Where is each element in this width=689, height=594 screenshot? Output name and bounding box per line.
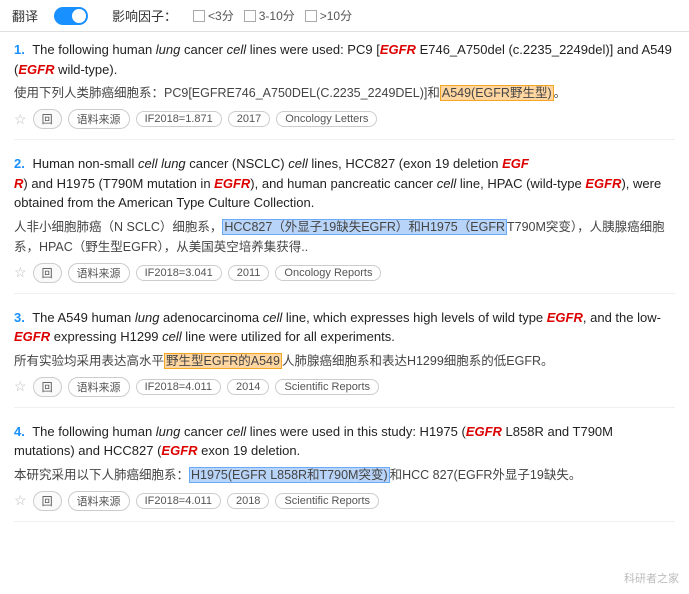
result-1-star[interactable]: ☆	[14, 111, 27, 128]
result-4-tags: ☆ 回 语料来源 IF2018=4.011 2018 Scientific Re…	[14, 491, 675, 511]
toggle-knob	[72, 9, 86, 23]
result-1-cell-1: cell	[227, 42, 247, 57]
watermark: 科研者之家	[624, 570, 679, 586]
translate-toggle[interactable]	[54, 7, 88, 25]
filter-lt3[interactable]: <3分	[193, 7, 234, 24]
result-3-journal-tag[interactable]: Scientific Reports	[275, 379, 379, 395]
result-2-journal-tag[interactable]: Oncology Reports	[275, 265, 381, 281]
result-1-circle[interactable]: 回	[33, 109, 62, 129]
result-2-cn: 人非小细胞肺癌（N SCLC）细胞系，HCC827（外显子19缺失EGFR）和H…	[14, 217, 675, 257]
filter-3to10[interactable]: 3-10分	[244, 7, 295, 24]
result-3-cn: 所有实验均采用表达高水平野生型EGFR的A549人肺腺癌细胞系和表达H1299细…	[14, 351, 675, 371]
result-1-if-tag: IF2018=1.871	[136, 111, 222, 127]
result-2-year-tag: 2011	[228, 265, 270, 281]
filter-lt3-label: <3分	[208, 7, 234, 24]
result-4-star[interactable]: ☆	[14, 492, 27, 509]
result-2-if-tag: IF2018=3.041	[136, 265, 222, 281]
influence-label: 影响因子：	[112, 6, 177, 25]
result-4-circle[interactable]: 回	[33, 491, 62, 511]
result-2-en: 2. Human non-small cell lung cancer (NSC…	[14, 154, 675, 213]
result-3-lung: lung	[135, 310, 160, 325]
result-1-tags: ☆ 回 语料来源 IF2018=1.871 2017 Oncology Lett…	[14, 109, 675, 129]
result-2-cell-1: cell	[288, 156, 308, 171]
result-2-circle[interactable]: 回	[33, 263, 62, 283]
result-4-if-tag: IF2018=4.011	[136, 493, 221, 509]
result-3-star[interactable]: ☆	[14, 378, 27, 395]
result-3-year-tag: 2014	[227, 379, 269, 395]
filter-3to10-label: 3-10分	[259, 7, 295, 24]
result-item-4: 4. The following human lung cancer cell …	[14, 422, 675, 522]
result-1-gene-egfr1: EGFR	[380, 42, 416, 57]
result-3-if-tag: IF2018=4.011	[136, 379, 221, 395]
result-1-source-tag[interactable]: 语料来源	[68, 109, 130, 129]
result-3-tags: ☆ 回 语料来源 IF2018=4.011 2014 Scientific Re…	[14, 377, 675, 397]
result-3-cn-highlight: 野生型EGFR的A549	[164, 353, 282, 369]
result-3-cell-1: cell	[263, 310, 283, 325]
result-2-number: 2.	[14, 156, 25, 171]
filter-3to10-checkbox[interactable]	[244, 10, 256, 22]
result-4-gene-egfr1: EGFR	[466, 424, 502, 439]
result-4-cell-1: cell	[227, 424, 247, 439]
result-4-year-tag: 2018	[227, 493, 269, 509]
result-1-year-tag: 2017	[228, 111, 270, 127]
filter-lt3-checkbox[interactable]	[193, 10, 205, 22]
result-item-1: 1. The following human lung cancer cell …	[14, 40, 675, 140]
result-1-cn: 使用下列人类肺癌细胞系：PC9[EGFRE746_A750DEL(C.2235_…	[14, 83, 675, 103]
filter-gt10[interactable]: >10分	[305, 7, 352, 24]
result-4-cn-highlight: H1975(EGFR L858R和T790M突变)	[189, 467, 390, 483]
filter-gt10-checkbox[interactable]	[305, 10, 317, 22]
result-2-star[interactable]: ☆	[14, 264, 27, 281]
result-2-cell-2: cell	[437, 176, 457, 191]
result-2-gene-egfr3: EGFR	[585, 176, 621, 191]
result-3-gene-egfr1: EGFR	[547, 310, 583, 325]
result-4-journal-tag[interactable]: Scientific Reports	[275, 493, 379, 509]
result-3-en: 3. The A549 human lung adenocarcinoma ce…	[14, 308, 675, 347]
result-2-cell-lung: cell lung	[138, 156, 186, 171]
result-3-source-tag[interactable]: 语料来源	[68, 377, 130, 397]
result-3-cell-2: cell	[162, 329, 182, 344]
result-1-en: 1. The following human lung cancer cell …	[14, 40, 675, 79]
result-1-number: 1.	[14, 42, 25, 57]
result-4-gene-egfr2: EGFR	[161, 443, 197, 458]
result-3-gene-egfr2: EGFR	[14, 329, 50, 344]
result-1-gene-egfr2: EGFR	[18, 62, 54, 77]
result-item-2: 2. Human non-small cell lung cancer (NSC…	[14, 154, 675, 294]
filter-gt10-label: >10分	[320, 7, 352, 24]
result-2-source-tag[interactable]: 语料来源	[68, 263, 130, 283]
result-3-number: 3.	[14, 310, 25, 325]
result-1-lung-1: lung	[156, 42, 181, 57]
result-4-number: 4.	[14, 424, 25, 439]
result-3-circle[interactable]: 回	[33, 377, 62, 397]
result-1-cn-highlight: A549(EGFR野生型)	[440, 85, 554, 101]
results-content: 1. The following human lung cancer cell …	[0, 32, 689, 544]
translate-label: 翻译	[12, 6, 38, 25]
filter-group: <3分 3-10分 >10分	[193, 7, 352, 24]
result-2-gene-egfr2: EGFR	[214, 176, 250, 191]
result-2-tags: ☆ 回 语料来源 IF2018=3.041 2011 Oncology Repo…	[14, 263, 675, 283]
result-4-cn: 本研究采用以下人肺癌细胞系：H1975(EGFR L858R和T790M突变)和…	[14, 465, 675, 485]
result-4-source-tag[interactable]: 语料来源	[68, 491, 130, 511]
result-4-lung: lung	[156, 424, 181, 439]
result-4-en: 4. The following human lung cancer cell …	[14, 422, 675, 461]
result-1-journal-tag[interactable]: Oncology Letters	[276, 111, 377, 127]
header-bar: 翻译 影响因子： <3分 3-10分 >10分	[0, 0, 689, 32]
result-2-cn-highlight: HCC827（外显子19缺失EGFR）和H1975（EGFR	[222, 219, 507, 235]
result-item-3: 3. The A549 human lung adenocarcinoma ce…	[14, 308, 675, 408]
